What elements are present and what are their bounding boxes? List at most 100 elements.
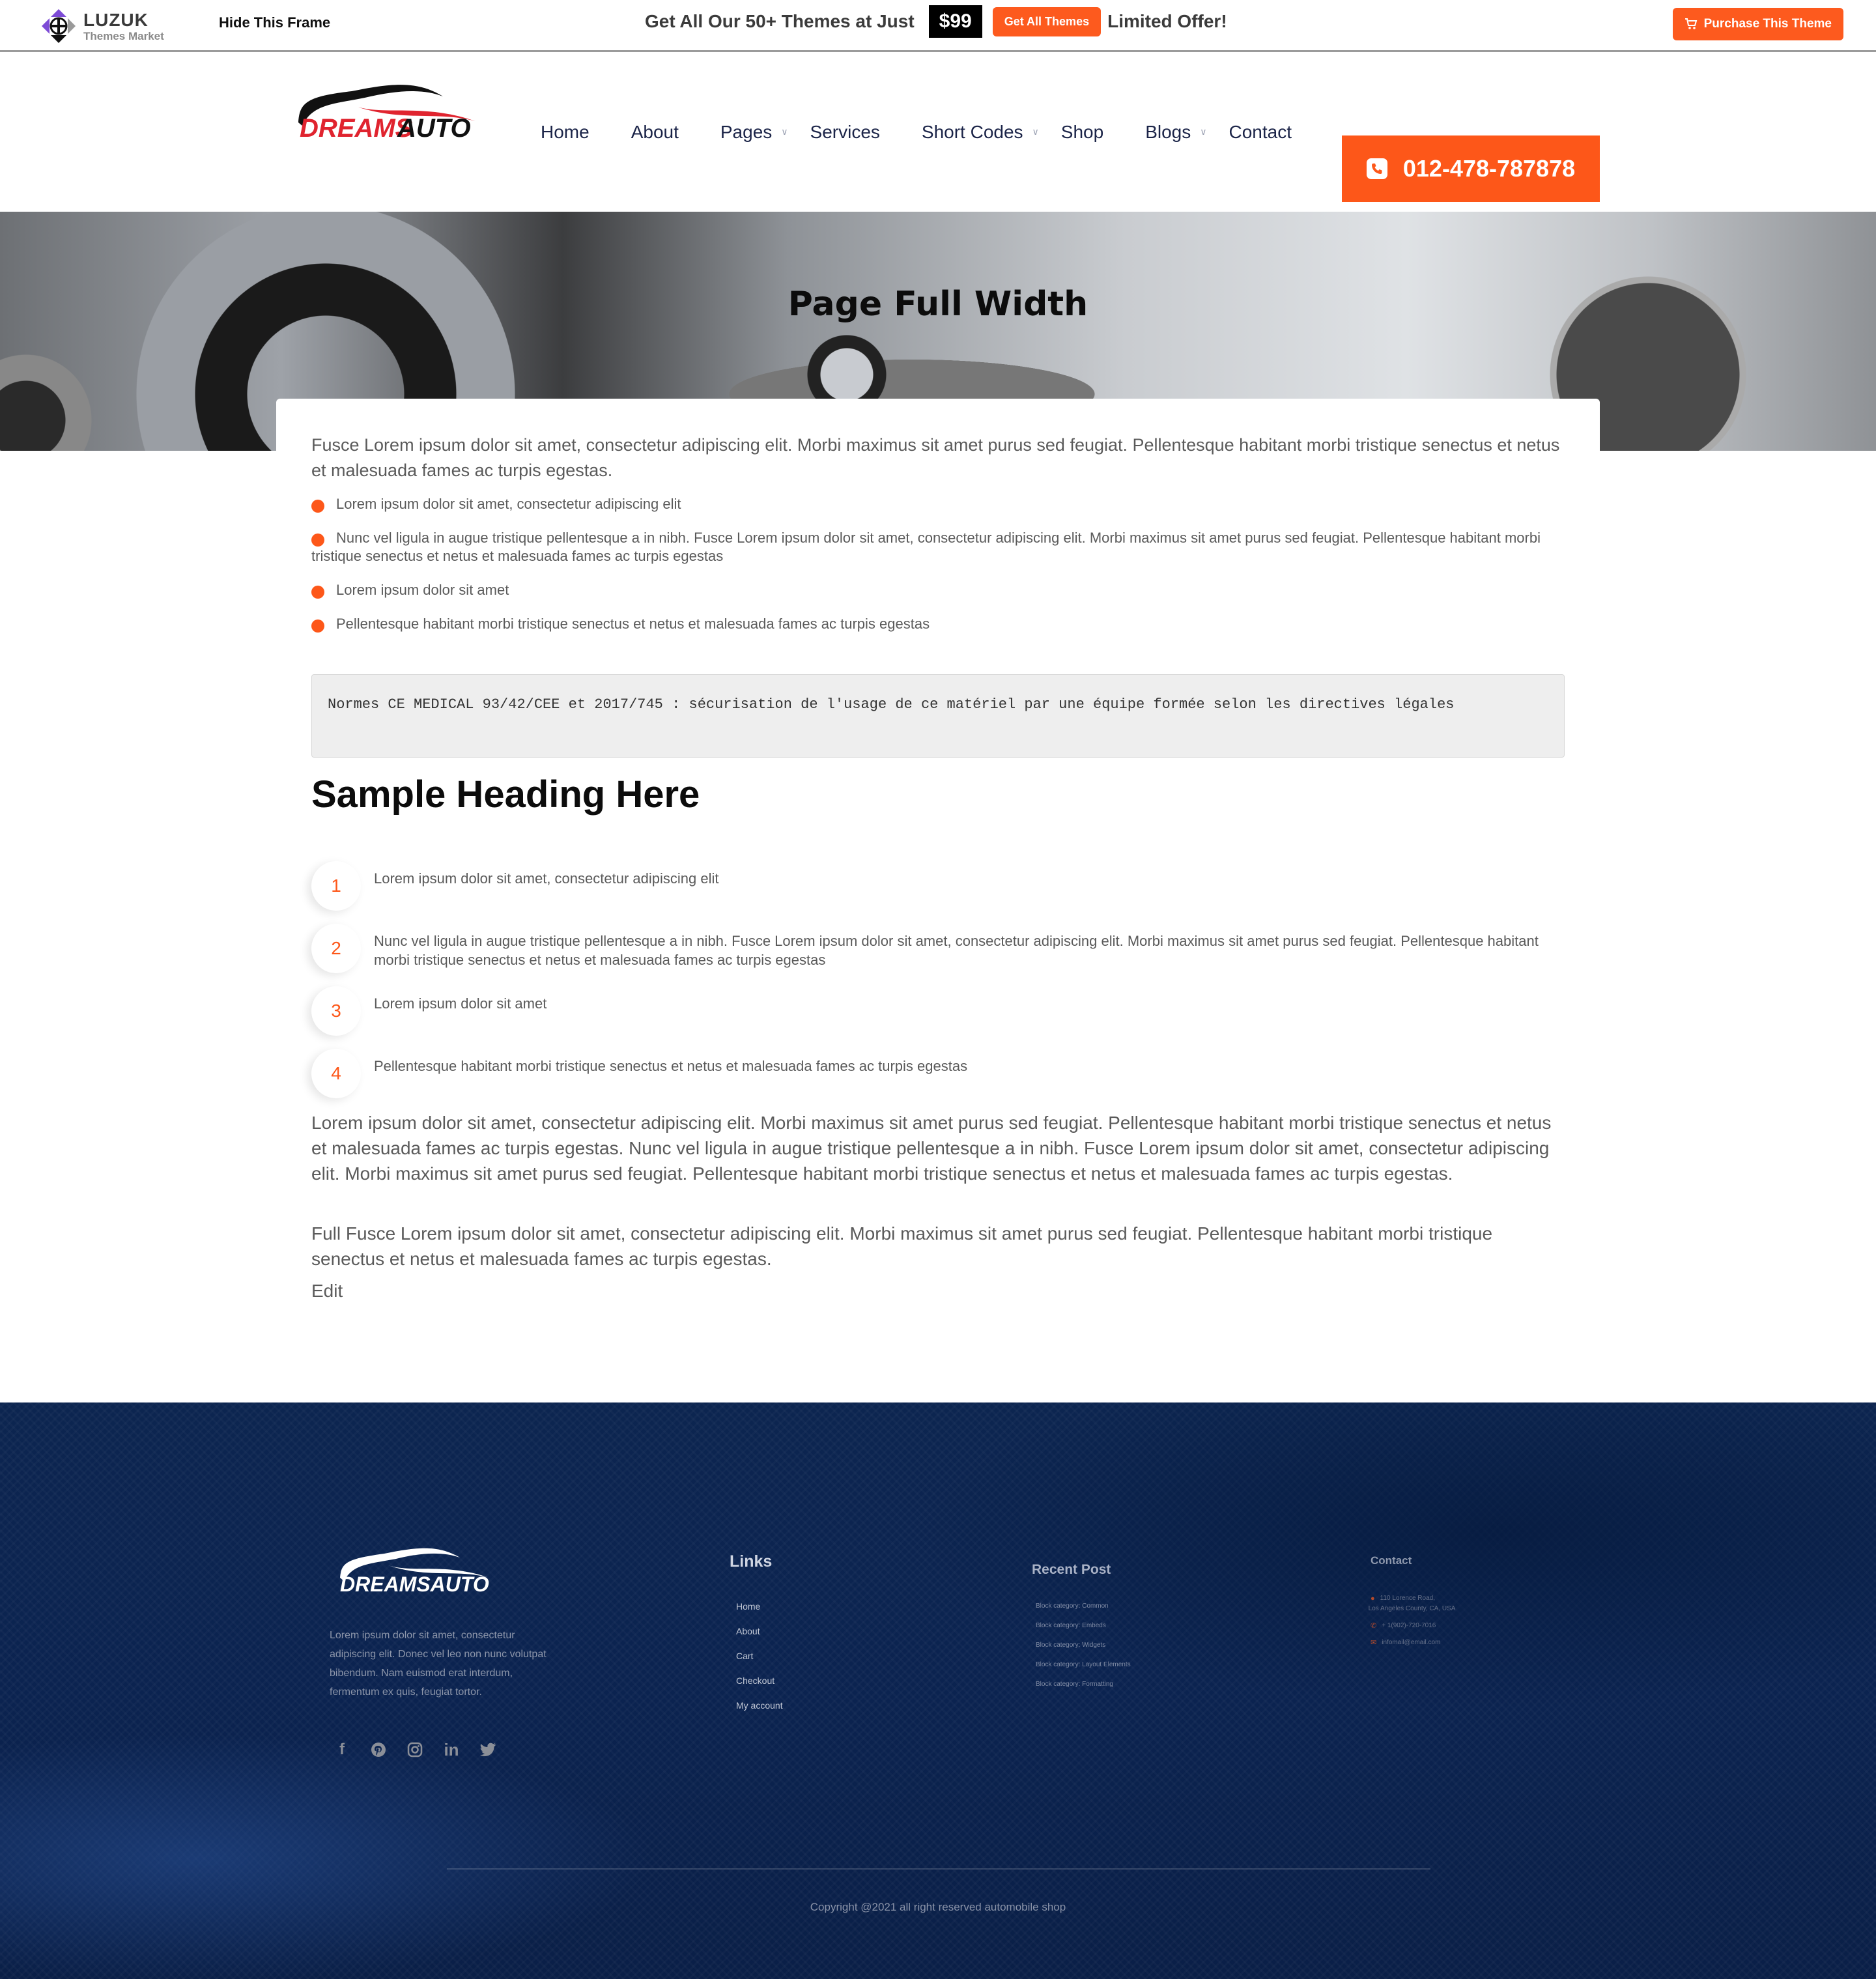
step-text: Nunc vel ligula in augue tristique pelle… <box>374 933 1539 968</box>
numbered-steps: 1 Lorem ipsum dolor sit amet, consectetu… <box>311 861 1565 1111</box>
contact-email: ✉ infomail@email.com <box>1371 1638 1455 1648</box>
footer-link-cart[interactable]: Cart <box>736 1651 783 1675</box>
list-item-text: Pellentesque habitant morbi tristique se… <box>336 616 930 632</box>
footer-brand-text: DREAMSAUTO <box>340 1573 489 1594</box>
footer-divider <box>447 1868 1430 1870</box>
phone-icon <box>1366 158 1387 179</box>
code-block: Normes CE MEDICAL 93/42/CEE et 2017/745 … <box>311 674 1565 758</box>
nav-about-label: About <box>631 121 679 142</box>
recent-post-link[interactable]: Block category: Embeds <box>1036 1622 1131 1642</box>
nav-contact-label: Contact <box>1229 121 1292 142</box>
instagram-icon[interactable] <box>406 1741 423 1758</box>
promo-bar: LUZUK Themes Market Hide This Frame Get … <box>0 0 1876 52</box>
site-footer: DREAMSAUTO Lorem ipsum dolor sit amet, c… <box>0 1402 1876 1979</box>
address-line-1: 110 Lorence Road, <box>1380 1595 1435 1602</box>
bullet-dot-icon <box>311 619 324 633</box>
nav-pages-label: Pages <box>720 121 773 142</box>
footer-contact-title: Contact <box>1371 1554 1412 1567</box>
recent-post-link[interactable]: Block category: Layout Elements <box>1036 1661 1131 1681</box>
nav-shop-label: Shop <box>1060 121 1104 142</box>
footer-link-home[interactable]: Home <box>736 1601 783 1626</box>
vendor-tagline: Themes Market <box>83 29 164 42</box>
nav-short-codes[interactable]: Short Codes ∨ <box>922 122 1039 143</box>
nav-short-codes-label: Short Codes <box>921 121 1023 142</box>
nav-blogs-label: Blogs <box>1145 121 1191 142</box>
nav-services-label: Services <box>810 121 880 142</box>
body-paragraph: Lorem ipsum dolor sit amet, consectetur … <box>311 1113 1552 1184</box>
main-nav: Home About Pages ∨ Services Short Codes ∨ … <box>541 52 1333 212</box>
nav-services[interactable]: Services <box>810 122 880 143</box>
luzuk-logo[interactable]: LUZUK Themes Market <box>40 8 164 44</box>
recent-post-link[interactable]: Block category: Widgets <box>1036 1642 1131 1661</box>
chevron-down-icon: ∨ <box>781 126 788 137</box>
price-badge: $99 <box>928 5 982 38</box>
list-item: Lorem ipsum dolor sit amet, consectetur … <box>311 495 1565 513</box>
social-links: f in <box>334 1740 496 1759</box>
step-number-badge: 1 <box>311 861 361 911</box>
step-item: 2 Nunc vel ligula in augue tristique pel… <box>311 924 1565 986</box>
luzuk-logo-icon <box>42 9 76 43</box>
footer-recent-title: Recent Post <box>1032 1562 1111 1577</box>
footer-link-about[interactable]: About <box>736 1626 783 1651</box>
contact-phone: ✆ + 1(902)-720-7016 <box>1371 1621 1455 1631</box>
step-text: Lorem ipsum dolor sit amet, consectetur … <box>374 870 719 887</box>
hide-frame-link[interactable]: Hide This Frame <box>219 14 330 31</box>
address-line-2: Los Angeles County, CA, USA <box>1368 1605 1456 1612</box>
footer-about-text: Lorem ipsum dolor sit amet, consectetur … <box>330 1630 547 1698</box>
contact-phone-number[interactable]: + 1(902)-720-7016 <box>1382 1621 1436 1631</box>
twitter-icon[interactable] <box>479 1741 496 1758</box>
dreamsauto-logo[interactable]: DREAMS AUTO <box>293 77 482 142</box>
nav-contact[interactable]: Contact <box>1229 122 1292 143</box>
footer-links-list: Home About Cart Checkout My account <box>736 1601 783 1725</box>
chevron-down-icon: ∨ <box>1032 126 1039 137</box>
edit-link[interactable]: Edit <box>311 1281 343 1302</box>
cart-icon <box>1684 18 1697 29</box>
footer-logo[interactable]: DREAMSAUTO <box>336 1542 492 1594</box>
step-text: Pellentesque habitant morbi tristique se… <box>374 1058 968 1074</box>
footer-link-my-account[interactable]: My account <box>736 1700 783 1725</box>
list-item-text: Nunc vel ligula in augue tristique pelle… <box>311 530 1541 564</box>
footer-recent-posts: Block category: Common Block category: E… <box>1036 1602 1131 1700</box>
contact-email-address[interactable]: infomail@email.com <box>1382 1638 1440 1648</box>
pinterest-icon[interactable] <box>370 1741 387 1758</box>
linkedin-icon[interactable]: in <box>443 1740 460 1759</box>
step-text: Lorem ipsum dolor sit amet <box>374 995 547 1012</box>
bullet-list: Lorem ipsum dolor sit amet, consectetur … <box>311 495 1565 649</box>
brand-red-text: DREAMS <box>300 114 413 142</box>
nav-blogs[interactable]: Blogs ∨ <box>1145 122 1206 143</box>
recent-post-link[interactable]: Block category: Common <box>1036 1602 1131 1622</box>
body-paragraph: Full Fusce Lorem ipsum dolor sit amet, c… <box>311 1223 1493 1269</box>
nav-shop[interactable]: Shop <box>1061 122 1103 143</box>
intro-paragraph: Fusce Lorem ipsum dolor sit amet, consec… <box>311 435 1560 480</box>
get-all-themes-button[interactable]: Get All Themes <box>992 7 1101 36</box>
step-number-badge: 4 <box>311 1049 361 1098</box>
chevron-down-icon: ∨ <box>1200 126 1207 137</box>
step-item: 4 Pellentesque habitant morbi tristique … <box>311 1049 1565 1111</box>
offer-text: Get All Our 50+ Themes at Just <box>645 11 915 31</box>
list-item-text: Lorem ipsum dolor sit amet <box>336 582 509 598</box>
step-number-badge: 3 <box>311 986 361 1036</box>
step-item: 1 Lorem ipsum dolor sit amet, consectetu… <box>311 861 1565 924</box>
step-item: 3 Lorem ipsum dolor sit amet <box>311 986 1565 1049</box>
recent-post-link[interactable]: Block category: Formatting <box>1036 1681 1131 1700</box>
list-item: Pellentesque habitant morbi tristique se… <box>311 615 1565 633</box>
nav-home[interactable]: Home <box>541 122 590 143</box>
site-header: DREAMS AUTO Home About Pages ∨ Services S… <box>0 52 1876 212</box>
contact-address: ● 110 Lorence Road, Los Angeles County, … <box>1368 1593 1456 1614</box>
nav-about[interactable]: About <box>631 122 679 143</box>
footer-link-checkout[interactable]: Checkout <box>736 1675 783 1700</box>
phone-call-button[interactable]: 012-478-787878 <box>1342 135 1600 202</box>
envelope-icon: ✉ <box>1371 1639 1377 1647</box>
limited-offer-text: Limited Offer! <box>1107 11 1227 31</box>
brand-black-text: AUTO <box>397 114 471 142</box>
copyright-text: Copyright @2021 all right reserved autom… <box>810 1901 1066 1913</box>
footer-links-title: Links <box>730 1552 773 1571</box>
nav-pages[interactable]: Pages ∨ <box>720 122 788 143</box>
section-heading: Sample Heading Here <box>311 773 700 816</box>
purchase-label: Purchase This Theme <box>1703 17 1832 31</box>
facebook-icon[interactable]: f <box>334 1741 350 1758</box>
bullet-dot-icon <box>311 500 324 513</box>
list-item-text: Lorem ipsum dolor sit amet, consectetur … <box>336 496 681 512</box>
nav-home-label: Home <box>541 121 590 142</box>
purchase-theme-button[interactable]: Purchase This Theme <box>1672 8 1843 40</box>
